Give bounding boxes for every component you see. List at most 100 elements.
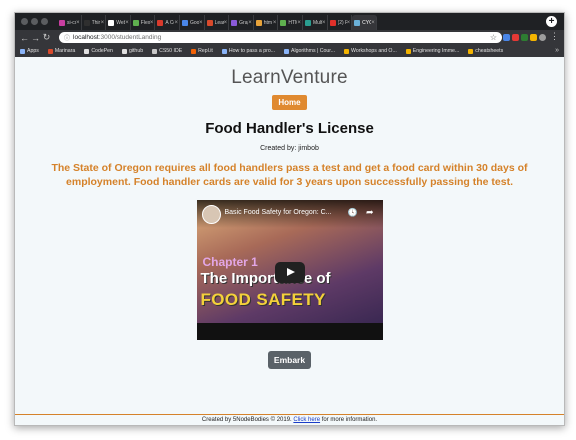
- tab-title: Thir: [91, 19, 101, 26]
- browser-tab[interactable]: Mult ×: [303, 15, 328, 30]
- browser-tab[interactable]: A Co×: [155, 15, 180, 30]
- footer: Created by 5NodeBodies © 2019. Click her…: [15, 417, 564, 423]
- video-chapter-text: Chapter 1: [202, 255, 258, 269]
- extension-icon[interactable]: [530, 34, 537, 41]
- close-tab-icon[interactable]: ×: [297, 20, 301, 26]
- close-tab-icon[interactable]: ×: [199, 20, 203, 26]
- bookmark-item[interactable]: Engineering Imme...: [405, 48, 460, 54]
- home-button[interactable]: Home: [272, 95, 307, 110]
- site-brand[interactable]: LearnVenture: [15, 67, 564, 89]
- bookmark-icon: [468, 48, 474, 54]
- close-tab-icon[interactable]: ×: [174, 20, 178, 26]
- close-tab-icon[interactable]: ×: [371, 20, 375, 26]
- share-icon[interactable]: ➦: [366, 207, 374, 218]
- browser-tab[interactable]: htm ×: [254, 15, 279, 30]
- bookmark-item[interactable]: Marinara: [47, 48, 75, 54]
- tab-favicon-icon: [157, 19, 164, 26]
- browser-tab[interactable]: Flexl×: [131, 15, 156, 30]
- close-tab-icon[interactable]: ×: [125, 20, 129, 26]
- more-bookmarks-icon[interactable]: »: [555, 45, 559, 57]
- video-embed[interactable]: Basic Food Safety for Oregon: C... 🕓 ➦ C…: [196, 200, 383, 340]
- video-title[interactable]: Basic Food Safety for Oregon: C...: [225, 209, 332, 216]
- close-tab-icon[interactable]: ×: [347, 20, 351, 26]
- footer-info-link[interactable]: Click here: [293, 417, 320, 423]
- tab-title: si-cc: [67, 19, 76, 26]
- bookmark-item[interactable]: How to pass a pro...: [221, 48, 275, 54]
- tab-favicon-icon: [108, 19, 115, 26]
- tab-favicon-icon: [132, 19, 139, 26]
- tab-title: Mult: [312, 19, 323, 26]
- tab-title: HTM: [288, 19, 297, 26]
- bookmark-label: Engineering Imme...: [412, 48, 460, 54]
- extension-icon[interactable]: [512, 34, 519, 41]
- browser-tab[interactable]: Grap×: [229, 15, 254, 30]
- bookmark-icon: [191, 48, 197, 54]
- close-tab-icon[interactable]: ×: [322, 20, 326, 26]
- tab-favicon-icon: [181, 19, 188, 26]
- bookmark-icon: [20, 48, 25, 54]
- forward-icon[interactable]: →: [30, 33, 41, 43]
- reload-icon[interactable]: ↻: [41, 32, 52, 43]
- bookmark-label: Algorithms | Cour...: [291, 48, 336, 54]
- close-tab-icon[interactable]: ×: [224, 20, 228, 26]
- tab-favicon-icon: [231, 19, 238, 26]
- bookmark-label: github: [128, 48, 144, 54]
- browser-tab[interactable]: HTM×: [278, 15, 303, 30]
- bookmark-label: CS50 IDE: [159, 48, 183, 54]
- video-subheadline-text: FOOD SAFETY: [200, 290, 326, 309]
- watch-later-icon[interactable]: 🕓: [348, 208, 358, 217]
- menu-icon[interactable]: ⋮: [550, 31, 559, 42]
- minimize-window-icon[interactable]: [31, 18, 38, 25]
- bookmark-icon: [405, 48, 411, 54]
- page-content: LearnVenture Home Food Handler's License…: [15, 57, 564, 425]
- bookmark-icon: [344, 48, 350, 54]
- bookmark-icon: [121, 48, 127, 54]
- extension-icon[interactable]: [503, 34, 510, 41]
- close-tab-icon[interactable]: ×: [101, 20, 105, 26]
- bookmark-item[interactable]: github: [121, 48, 144, 54]
- tab-title: Flexl: [140, 19, 150, 26]
- bookmark-item[interactable]: CS50 IDE: [152, 48, 182, 54]
- url-path: :3000/studentLanding: [98, 34, 162, 41]
- browser-tab[interactable]: CYO×: [352, 15, 377, 30]
- bookmark-label: cheatsheets: [475, 48, 504, 54]
- tab-favicon-icon: [280, 19, 287, 26]
- close-window-icon[interactable]: [21, 18, 28, 25]
- bookmark-item[interactable]: CodePen: [84, 48, 113, 54]
- footer-suffix: for more information.: [321, 417, 378, 423]
- profile-avatar[interactable]: [539, 34, 546, 41]
- tab-title: Goo: [189, 19, 200, 26]
- bookmark-item[interactable]: cheatsheets: [468, 48, 503, 54]
- browser-tab[interactable]: (2) F×: [328, 15, 353, 30]
- course-description: The State of Oregon requires all food ha…: [51, 162, 528, 188]
- bookmark-item[interactable]: Apps: [20, 48, 39, 54]
- tab-strip: si-cc×Thir×Web×Flexl×A Co×Goo×Lear×Grap×…: [57, 15, 542, 30]
- browser-tab[interactable]: Goo ×: [180, 15, 205, 30]
- bookmark-item[interactable]: Workshops and O...: [344, 48, 397, 54]
- close-tab-icon[interactable]: ×: [273, 20, 277, 26]
- close-tab-icon[interactable]: ×: [248, 20, 252, 26]
- browser-tab[interactable]: si-cc×: [57, 15, 82, 30]
- address-bar[interactable]: ⓘ localhost:3000/studentLanding ☆: [59, 32, 502, 43]
- embark-button[interactable]: Embark: [267, 351, 312, 369]
- bookmark-item[interactable]: Algorithms | Cour...: [284, 48, 335, 54]
- browser-tab[interactable]: Web×: [106, 15, 131, 30]
- play-button-icon[interactable]: [274, 262, 305, 283]
- new-tab-icon[interactable]: +: [546, 16, 557, 27]
- channel-avatar[interactable]: [201, 205, 221, 224]
- bookmark-star-icon[interactable]: ☆: [490, 32, 497, 43]
- close-tab-icon[interactable]: ×: [150, 20, 154, 26]
- browser-window: si-cc×Thir×Web×Flexl×A Co×Goo×Lear×Grap×…: [14, 12, 565, 426]
- info-icon[interactable]: ⓘ: [64, 33, 70, 42]
- bookmark-label: Repl.it: [198, 48, 213, 54]
- browser-tab[interactable]: Lear ×: [205, 15, 230, 30]
- close-tab-icon[interactable]: ×: [76, 20, 80, 26]
- page-title: Food Handler's License: [205, 120, 374, 137]
- back-icon[interactable]: ←: [19, 33, 30, 43]
- tab-title: htm: [263, 19, 273, 26]
- browser-tab[interactable]: Thir ×: [82, 15, 107, 30]
- extension-icon[interactable]: [521, 34, 528, 41]
- zoom-window-icon[interactable]: [41, 18, 48, 25]
- tab-title: Lear: [214, 19, 224, 26]
- bookmark-item[interactable]: Repl.it: [191, 48, 213, 54]
